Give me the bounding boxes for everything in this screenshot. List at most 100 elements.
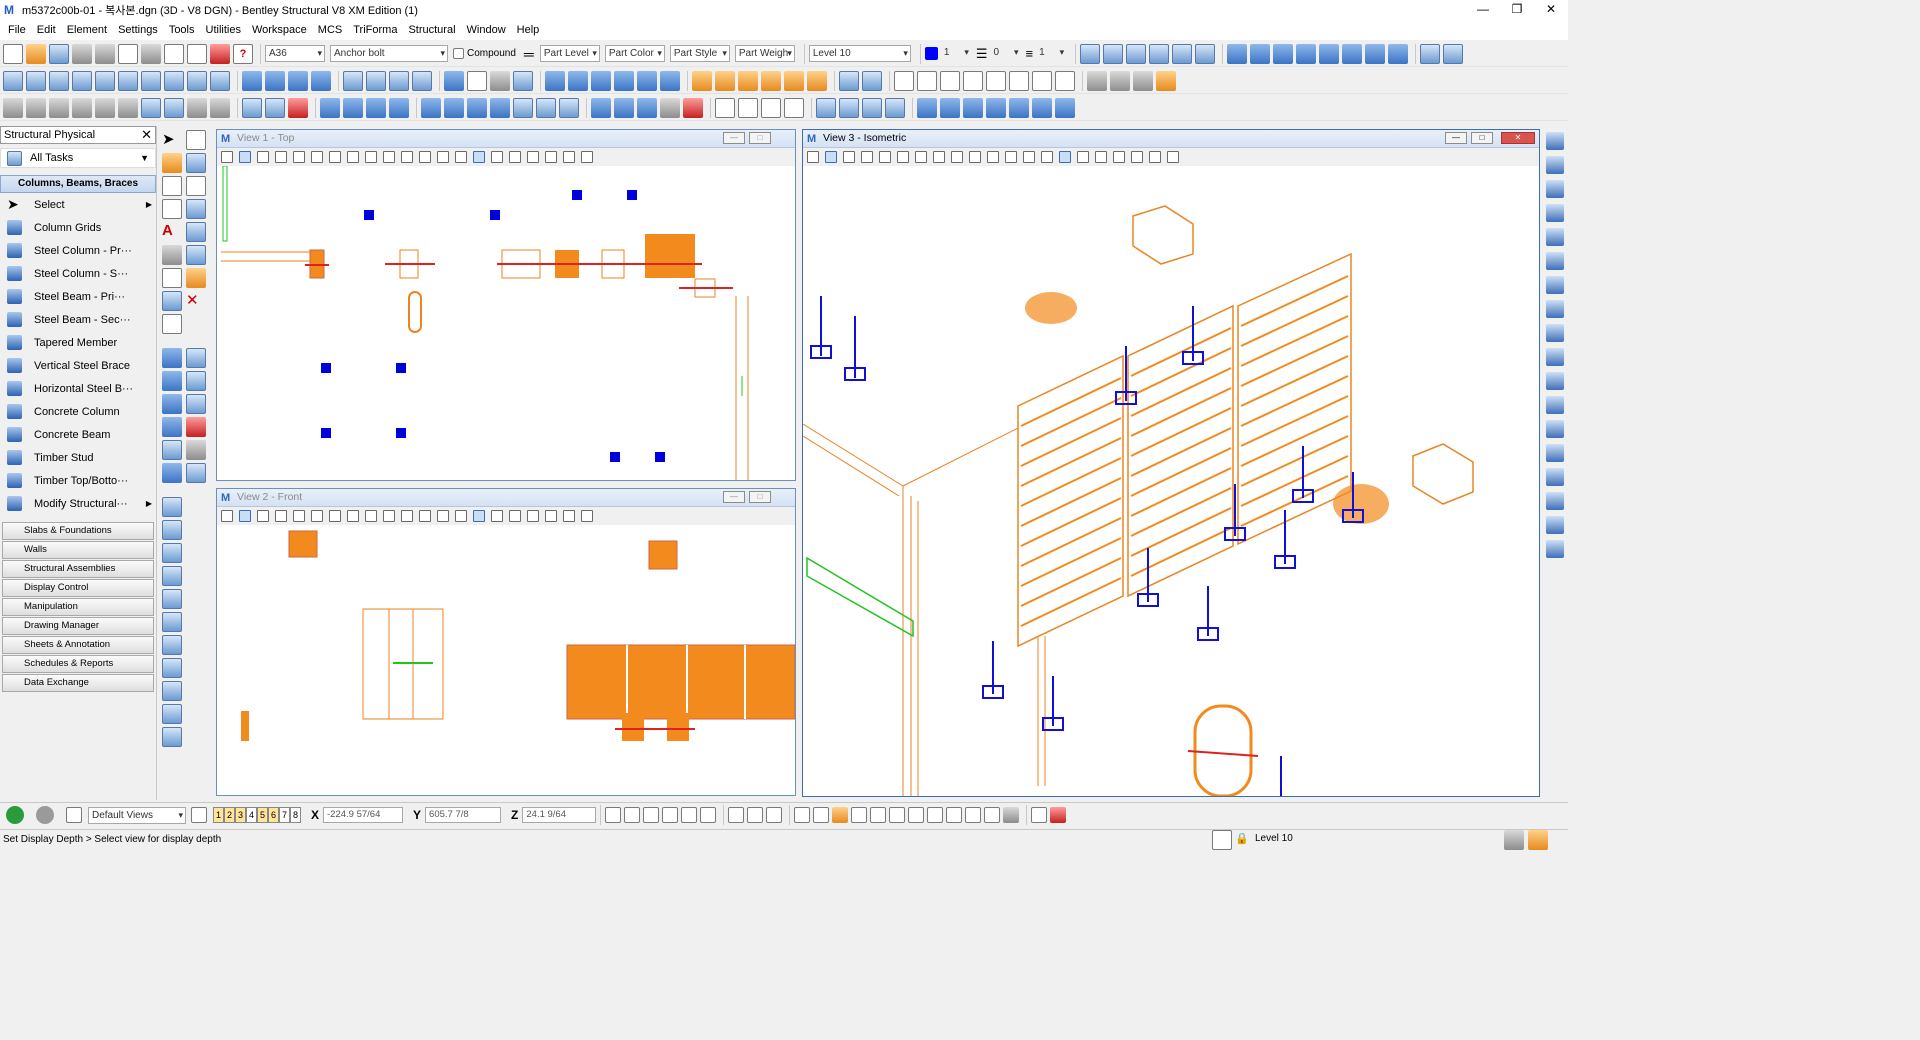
camera-icon[interactable] — [419, 510, 431, 522]
window-icon[interactable] — [141, 97, 161, 118]
all-tasks-dropdown[interactable]: All Tasks ▼ — [0, 148, 156, 168]
table-icon[interactable] — [738, 70, 758, 91]
modify-1-icon[interactable] — [421, 97, 441, 118]
status-tools-icon[interactable] — [1504, 829, 1524, 850]
view-toggle-5[interactable]: 5 — [257, 807, 268, 823]
triangle-icon[interactable] — [95, 70, 115, 91]
globe-icon[interactable] — [311, 70, 331, 91]
x-coordinate-field[interactable]: -224.9 57/64 — [323, 807, 404, 823]
snap-midpoint-icon[interactable] — [870, 807, 887, 823]
view-3-maximize-button[interactable]: □ — [1471, 132, 1493, 144]
chart-line-icon[interactable] — [210, 70, 230, 91]
curve-icon[interactable] — [49, 70, 69, 91]
zoom-out-icon[interactable] — [861, 151, 873, 163]
column-icon[interactable] — [637, 70, 657, 91]
right-tool-4-icon[interactable] — [1546, 228, 1564, 246]
update-view-icon[interactable] — [825, 151, 837, 163]
snap-1-icon[interactable] — [624, 807, 641, 823]
back-arrow-icon[interactable] — [6, 806, 24, 824]
struct-4-icon[interactable] — [186, 371, 206, 391]
solid-5-icon[interactable] — [162, 589, 182, 609]
chain-icon[interactable] — [591, 70, 611, 91]
group-display-control[interactable]: Display Control — [2, 579, 154, 597]
struct-9-icon[interactable] — [162, 440, 182, 460]
roof-7-icon[interactable] — [1055, 97, 1075, 118]
right-tool-7-icon[interactable] — [1546, 300, 1564, 318]
view-2-minimize-button[interactable]: — — [723, 491, 745, 503]
modify-6-icon[interactable] — [536, 97, 556, 118]
group-walls[interactable]: Walls — [2, 541, 154, 559]
paint-icon[interactable] — [162, 153, 182, 173]
references-icon[interactable] — [527, 151, 539, 163]
update-view-icon[interactable] — [239, 510, 251, 522]
view-iso4-cube-icon[interactable] — [1055, 70, 1075, 91]
info-icon[interactable] — [513, 70, 533, 91]
undo-icon[interactable] — [164, 43, 184, 64]
tool-steel-beam-primary[interactable]: Steel Beam - Pri··· — [0, 285, 156, 308]
paste-icon[interactable] — [141, 43, 161, 64]
menu-help[interactable]: Help — [517, 24, 540, 36]
accudraw-origin-icon[interactable] — [605, 807, 622, 823]
lock-icon[interactable]: 🔒 — [1235, 832, 1249, 845]
light-icon[interactable] — [1133, 70, 1153, 91]
modify-5-icon[interactable] — [513, 97, 533, 118]
smartline-icon[interactable] — [26, 70, 46, 91]
view-front-icon[interactable] — [839, 70, 859, 91]
filter-icon[interactable] — [455, 151, 467, 163]
fit-view-icon[interactable] — [311, 510, 323, 522]
active-weight-combo[interactable]: 1 — [1036, 45, 1066, 62]
plate-edit-icon[interactable] — [366, 70, 386, 91]
view-previous-icon[interactable] — [951, 151, 963, 163]
menu-element[interactable]: Element — [67, 24, 107, 36]
render-mode-icon[interactable] — [545, 151, 557, 163]
view-iso2-cube-icon[interactable] — [1009, 70, 1029, 91]
view-iso3-cube-icon[interactable] — [1032, 70, 1052, 91]
part-level-combo[interactable]: Part Level — [539, 45, 600, 62]
view-display-icon[interactable] — [221, 151, 233, 163]
update-view-icon[interactable] — [239, 151, 251, 163]
stairs-icon[interactable] — [242, 70, 262, 91]
menu-edit[interactable]: Edit — [37, 24, 56, 36]
view-left-cube-icon[interactable] — [940, 70, 960, 91]
part-weight-combo[interactable]: Part Weigh — [734, 45, 795, 62]
grid-icon[interactable] — [3, 97, 23, 118]
clip-volume-icon[interactable] — [437, 510, 449, 522]
group-drawing-manager[interactable]: Drawing Manager — [2, 617, 154, 635]
references-icon[interactable] — [1113, 151, 1125, 163]
place-line-icon[interactable] — [3, 70, 23, 91]
view-1-top[interactable]: M View 1 - Top — □ — [216, 129, 796, 481]
right-tool-2-icon[interactable] — [1546, 180, 1564, 198]
tool-steel-column-primary[interactable]: Steel Column - Pr··· — [0, 239, 156, 262]
copy-element-icon[interactable] — [162, 291, 182, 311]
beam-icon[interactable] — [320, 97, 340, 118]
lighting-icon[interactable] — [1149, 151, 1161, 163]
view-previous-icon[interactable] — [365, 151, 377, 163]
render-mode-icon[interactable] — [1131, 151, 1143, 163]
tool-column-grids[interactable]: Column Grids — [0, 216, 156, 239]
roof-2-icon[interactable] — [940, 97, 960, 118]
dimension-icon[interactable] — [186, 222, 206, 242]
plate-icon[interactable] — [343, 70, 363, 91]
zoom-out-icon[interactable] — [275, 151, 287, 163]
display-style-icon[interactable] — [473, 510, 485, 522]
snap-intersection-icon[interactable] — [927, 807, 944, 823]
part-combo[interactable]: Anchor bolt — [330, 45, 448, 62]
slab-edit-icon[interactable] — [389, 97, 409, 118]
redo-icon[interactable] — [187, 43, 207, 64]
right-select-icon[interactable] — [1546, 132, 1564, 150]
truss-icon[interactable] — [591, 97, 611, 118]
right-tool-3-icon[interactable] — [1546, 204, 1564, 222]
levels-icon[interactable] — [1095, 151, 1107, 163]
modify-4-icon[interactable] — [490, 97, 510, 118]
sphere-icon[interactable] — [1103, 43, 1124, 64]
solid-8-icon[interactable] — [162, 658, 182, 678]
close-button[interactable]: ✕ — [1534, 0, 1568, 20]
brace-icon[interactable] — [614, 97, 634, 118]
snap-tangent-icon[interactable] — [946, 807, 963, 823]
torus-icon[interactable] — [1172, 43, 1193, 64]
frame-icon[interactable] — [444, 70, 464, 91]
plant-icon[interactable] — [1050, 807, 1067, 823]
solid-thicken-icon[interactable] — [1273, 43, 1294, 64]
diamond-icon[interactable] — [242, 97, 262, 118]
solid-9-icon[interactable] — [162, 681, 182, 701]
